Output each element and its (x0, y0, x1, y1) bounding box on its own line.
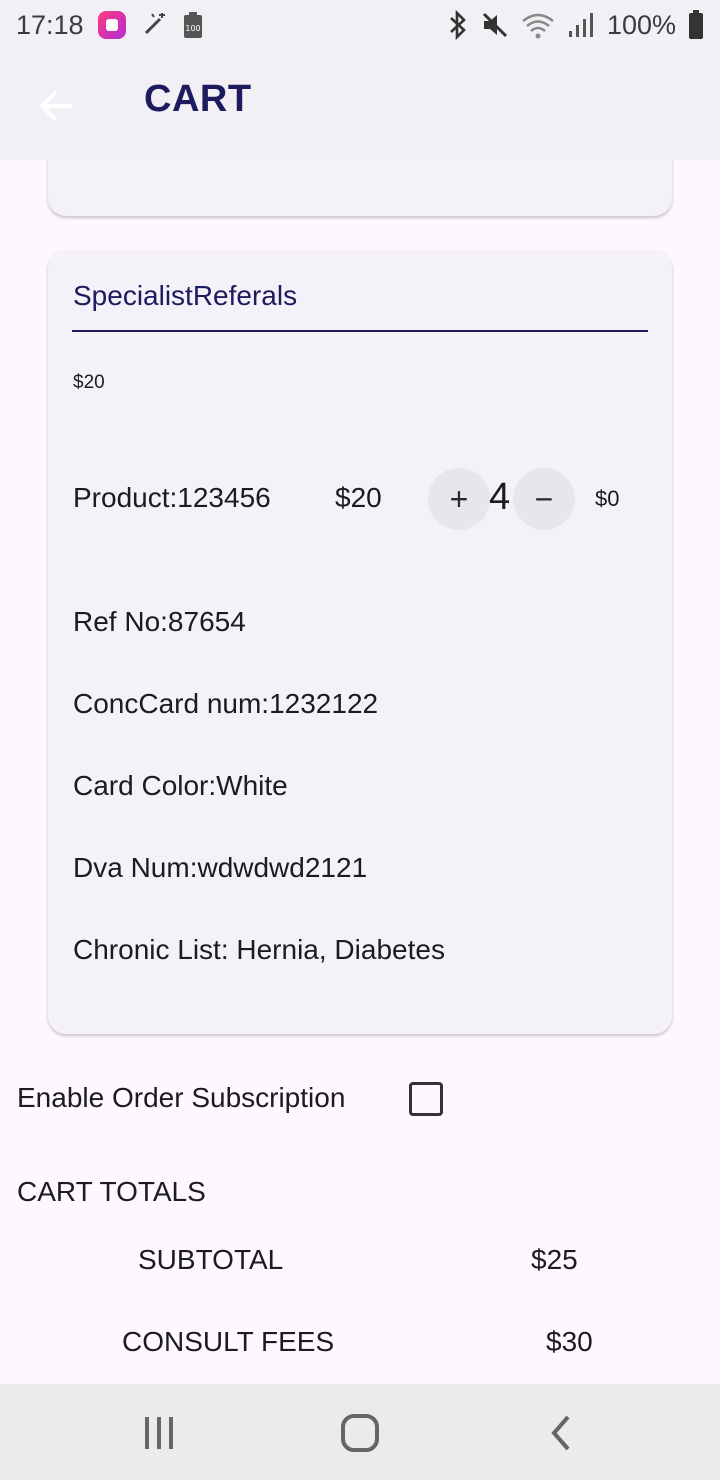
page-title: CART (144, 78, 252, 120)
card-color: Card Color:White (73, 770, 288, 801)
decrease-quantity-button[interactable]: − (513, 468, 575, 530)
status-left: 17:18 100 (16, 10, 204, 41)
battery-percent: 100% (606, 9, 676, 40)
home-button[interactable] (330, 1408, 390, 1458)
signal-icon (567, 11, 595, 39)
shopping-app-icon (97, 11, 126, 39)
subtotal-row: SUBTOTAL $25 (0, 1244, 720, 1284)
product-row: Product:123456 $20 + 4 − $0 (73, 468, 653, 530)
battery-saver-icon: 100 (182, 11, 204, 39)
conc-card-num: ConcCard num:1232122 (73, 688, 379, 719)
product-price: $20 (335, 482, 382, 513)
subtotal-label: SUBTOTAL (138, 1244, 284, 1275)
cart-totals-title: CART TOTALS (17, 1176, 206, 1207)
battery-icon (688, 10, 704, 40)
home-icon (341, 1414, 379, 1452)
consult-fees-row: CONSULT FEES $30 (0, 1326, 720, 1366)
system-nav-bar (0, 1384, 720, 1480)
cart-item-card: SpecialistReferals $20 Product:123456 $2… (48, 250, 672, 1034)
consult-fees-value: $30 (546, 1326, 593, 1357)
product-name: Product:123456 (73, 482, 271, 513)
minus-icon: − (534, 480, 554, 517)
increase-quantity-button[interactable]: + (428, 468, 490, 530)
card-price: $20 (73, 372, 105, 393)
mute-icon (481, 11, 509, 39)
subscription-row: Enable Order Subscription (17, 1080, 467, 1120)
wifi-icon (521, 11, 555, 39)
status-bar: 17:18 100 100% (0, 0, 720, 50)
card-title: SpecialistReferals (73, 280, 298, 311)
svg-text:100: 100 (185, 24, 200, 33)
subscription-checkbox[interactable] (409, 1082, 443, 1116)
plus-icon: + (449, 480, 469, 517)
chronic-list: Chronic List: Hernia, Diabetes (73, 934, 445, 965)
arrow-left-icon (39, 90, 72, 122)
recent-apps-button[interactable] (129, 1408, 189, 1458)
app-bar: CART (0, 50, 720, 160)
bluetooth-icon (447, 10, 469, 40)
back-button[interactable] (30, 80, 82, 132)
recent-apps-icon (145, 1417, 173, 1449)
dva-num: Dva Num:wdwdwd2121 (73, 852, 368, 883)
subscription-label: Enable Order Subscription (17, 1082, 346, 1113)
consult-fees-label: CONSULT FEES (122, 1326, 335, 1357)
quantity-value: 4 (489, 476, 511, 518)
back-icon (551, 1415, 570, 1451)
line-total: $0 (595, 486, 620, 511)
status-time: 17:18 (16, 9, 84, 40)
system-back-button[interactable] (532, 1408, 592, 1458)
status-right: 100% (447, 10, 704, 41)
magic-wand-icon (140, 11, 168, 39)
card-divider (72, 330, 648, 332)
subtotal-value: $25 (531, 1244, 578, 1275)
previous-cart-card (48, 160, 672, 216)
ref-no: Ref No:87654 (73, 606, 246, 637)
cart-content[interactable]: SpecialistReferals $20 Product:123456 $2… (0, 160, 720, 1384)
